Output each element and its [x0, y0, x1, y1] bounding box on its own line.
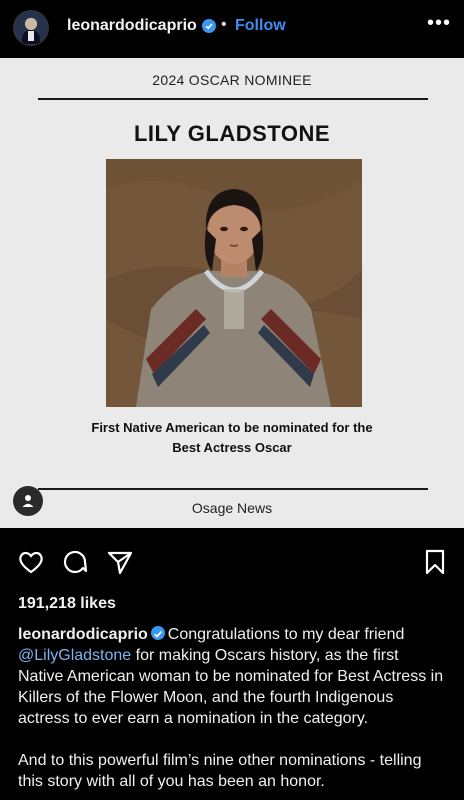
post-image[interactable]: 2024 OSCAR NOMINEE LILY GLADSTONE First …: [0, 58, 464, 528]
post-header: leonardodicaprio • Follow •••: [0, 0, 464, 58]
post-kicker: 2024 OSCAR NOMINEE: [152, 72, 312, 88]
post-headline: LILY GLADSTONE: [133, 121, 331, 146]
follow-button[interactable]: Follow: [235, 17, 286, 35]
more-options-icon[interactable]: •••: [427, 12, 451, 35]
verified-badge-icon: [202, 19, 216, 33]
separator-dot: •: [221, 16, 227, 33]
likes-count[interactable]: 191,218 likes: [18, 595, 116, 613]
caption-line-2: Best Actress Oscar: [172, 440, 292, 455]
comment-icon[interactable]: [61, 548, 89, 581]
post-caption-overlay: First Native American to be nominated fo…: [50, 418, 414, 458]
divider-top: [38, 98, 428, 100]
verified-badge-icon: [150, 626, 165, 640]
user-tag-icon[interactable]: [13, 486, 43, 516]
caption-username[interactable]: leonardodicaprio: [18, 626, 148, 643]
caption-text-intro: Congratulations to my dear friend: [167, 626, 405, 643]
send-icon[interactable]: [106, 548, 134, 581]
heart-icon[interactable]: [17, 548, 45, 581]
caption-paragraph-2: And to this powerful film’s nine other n…: [18, 752, 422, 790]
post-source: Osage News: [191, 500, 273, 516]
profile-avatar[interactable]: [13, 10, 49, 46]
caption-line-1: First Native American to be nominated fo…: [91, 420, 373, 435]
action-bar: [0, 540, 464, 584]
mention-link[interactable]: @LilyGladstone: [18, 647, 131, 664]
avatar-shirt: [28, 31, 34, 41]
portrait-photo: [106, 159, 362, 407]
bookmark-icon[interactable]: [423, 548, 447, 581]
post-caption: leonardodicaprio Congratulations to my de…: [18, 624, 448, 792]
username-link[interactable]: leonardodicaprio: [67, 17, 197, 35]
divider-bottom: [38, 488, 428, 490]
